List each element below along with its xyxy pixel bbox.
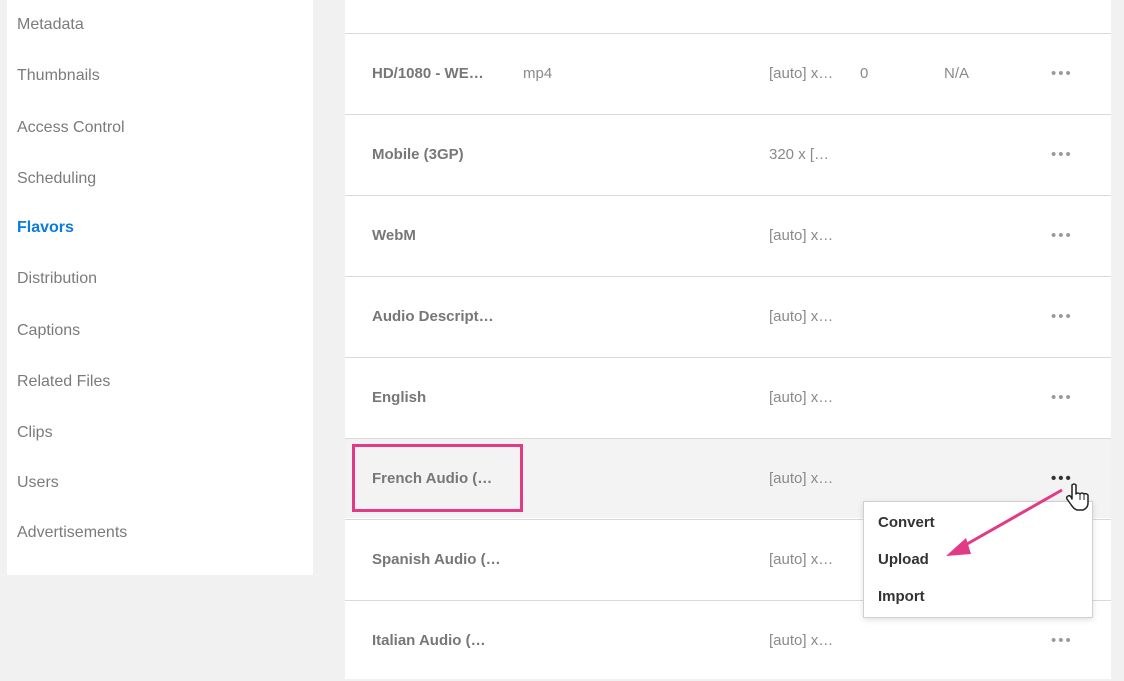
annotation-arrow-icon xyxy=(946,488,1063,556)
hand-cursor-icon xyxy=(1065,483,1089,511)
